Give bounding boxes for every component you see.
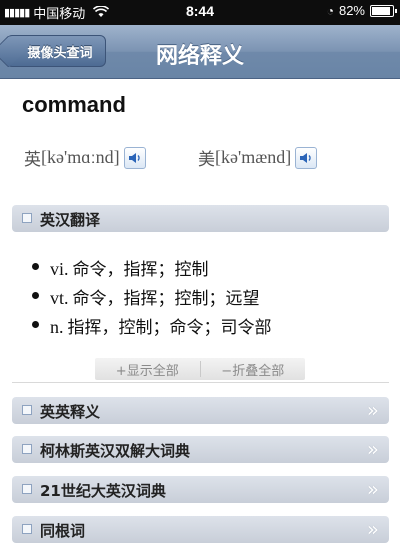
battery-percent: 82%: [338, 3, 365, 18]
us-label: 美: [198, 150, 215, 170]
definition-item: n. 指挥，控制；命令；司令部: [32, 313, 272, 342]
double-chevron-right-icon: »: [366, 437, 379, 461]
checkbox-icon: [22, 405, 32, 415]
double-chevron-right-icon: »: [366, 477, 379, 501]
part-of-speech: vt.: [50, 288, 69, 308]
double-chevron-right-icon: »: [366, 517, 379, 541]
definition-item: vt. 命令，指挥；控制；远望: [32, 284, 272, 313]
section-label: 英英释义: [40, 403, 101, 421]
section-english-chinese[interactable]: 英汉翻译: [12, 205, 389, 232]
checkbox-icon: [22, 524, 32, 534]
rotation-lock-icon: ◔: [326, 3, 334, 18]
checkbox-icon: [22, 484, 32, 494]
section-label: 21世纪大英汉词典: [40, 482, 166, 500]
definition-text: 指挥，控制；命令；司令部: [67, 318, 272, 338]
definition-text: 命令，指挥；控制: [72, 260, 209, 280]
headword: command: [22, 92, 126, 117]
battery-icon: [370, 4, 397, 17]
section-label: 英汉翻译: [40, 211, 101, 229]
checkbox-icon: [22, 213, 32, 223]
battery-fill: [372, 6, 391, 15]
uk-label: 英: [24, 150, 41, 170]
us-phonetic: [kə'mænd]: [215, 147, 292, 167]
section-label: 同根词: [40, 522, 86, 540]
section-21st-century[interactable]: 21世纪大英汉词典 »: [12, 476, 389, 503]
section-label: 柯林斯英汉双解大词典: [40, 442, 191, 460]
section-collins[interactable]: 柯林斯英汉双解大词典 »: [12, 436, 389, 463]
definition-list: vi. 命令，指挥；控制 vt. 命令，指挥；控制；远望 n. 指挥，控制；命令；司令…: [32, 255, 272, 342]
show-all-button[interactable]: +显示全部: [95, 360, 200, 379]
us-speaker-icon[interactable]: [295, 146, 318, 169]
status-bar: ▮▮▮▮▮ 中国移动 8:44 ◔ 82%: [0, 0, 400, 25]
status-right: ◔ 82%: [326, 3, 397, 18]
us-pronunciation: 美 [kə'mænd]: [198, 145, 318, 170]
navigation-bar: 摄像头查词 网络释义: [0, 25, 400, 79]
checkbox-icon: [22, 444, 32, 454]
definition-item: vi. 命令，指挥；控制: [32, 255, 272, 284]
part-of-speech: n.: [50, 317, 64, 337]
double-chevron-right-icon: »: [366, 398, 379, 422]
uk-speaker-icon[interactable]: [123, 146, 146, 169]
page-title: 网络释义: [155, 44, 244, 69]
collapse-all-button[interactable]: −折叠全部: [201, 360, 306, 379]
section-english-english[interactable]: 英英释义 »: [12, 397, 389, 424]
expand-collapse-bar: +显示全部 −折叠全部: [95, 358, 305, 380]
definition-text: 命令，指挥；控制；远望: [72, 289, 260, 309]
divider: [12, 382, 389, 383]
uk-phonetic: [kə'mɑːnd]: [41, 147, 120, 167]
section-cognates[interactable]: 同根词 »: [12, 516, 389, 543]
part-of-speech: vi.: [50, 259, 69, 279]
uk-pronunciation: 英 [kə'mɑːnd]: [24, 145, 146, 170]
